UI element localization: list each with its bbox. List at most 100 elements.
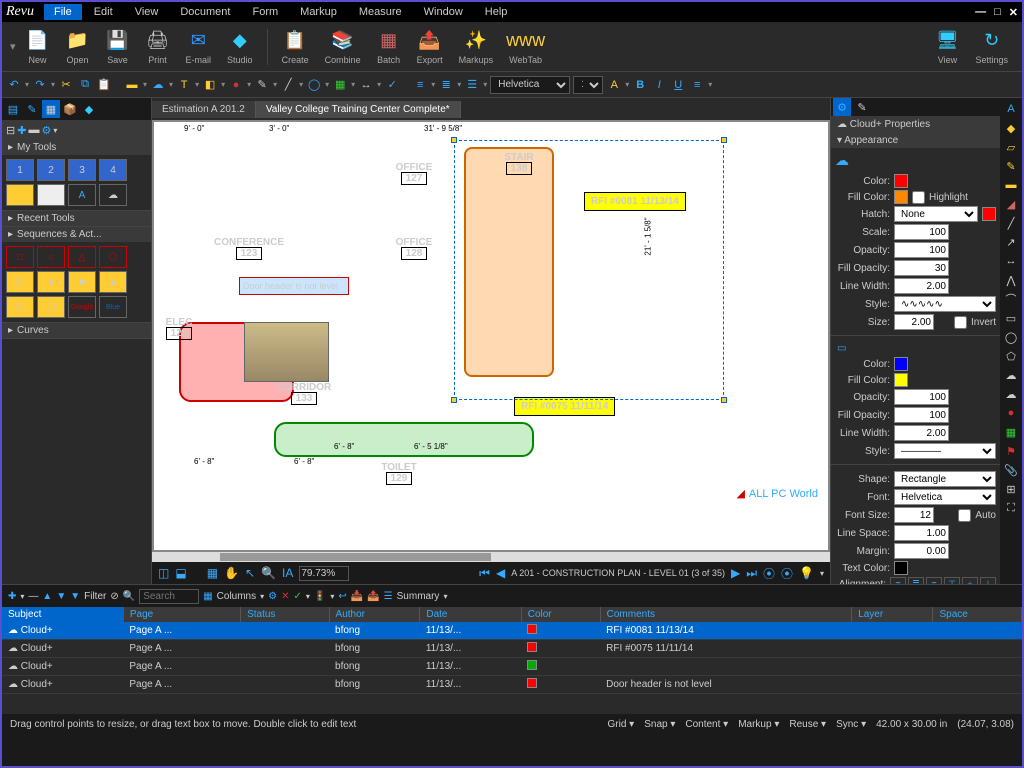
redo-icon[interactable]: ↷ (32, 77, 48, 93)
add-markup-icon[interactable]: ✚ (8, 591, 16, 602)
size-input[interactable] (894, 314, 934, 330)
column-header[interactable]: Subject (2, 607, 123, 622)
ri-callout-icon[interactable]: ▱ (1003, 139, 1019, 155)
status-reuse[interactable]: Reuse ▾ (789, 719, 826, 730)
menu-document[interactable]: Document (170, 4, 240, 20)
resize-handle[interactable] (451, 137, 457, 143)
image-icon[interactable]: ▦ (332, 77, 348, 93)
search-input[interactable] (139, 589, 199, 604)
ri-arrow-icon[interactable]: ↗ (1003, 234, 1019, 250)
seq-square[interactable]: □ (6, 246, 34, 268)
undo-icon[interactable]: ↶ (6, 77, 22, 93)
batch-button[interactable]: ▦Batch (371, 27, 407, 67)
section-appearance[interactable]: ▾ Appearance (831, 133, 1000, 148)
nav-fwd-icon[interactable]: ⦿ (781, 565, 793, 582)
status-content[interactable]: Content ▾ (685, 719, 728, 730)
shape-select[interactable]: Rectangle (894, 471, 996, 487)
view-button[interactable]: 🖥View (929, 27, 965, 67)
dim-toggle-icon[interactable]: 💡 (799, 566, 814, 580)
cloud-markup-green[interactable] (274, 422, 534, 457)
clear-filter-icon[interactable]: ⊘ (110, 591, 118, 602)
line-icon[interactable]: ╱ (280, 77, 296, 93)
menu-view[interactable]: View (125, 4, 169, 20)
opacity-input[interactable] (894, 242, 949, 258)
tool-blue-4[interactable]: 4 (99, 159, 127, 181)
import-icon[interactable]: 📥 (351, 591, 363, 602)
split-h-icon[interactable]: ⬓ (175, 566, 186, 580)
ri-arc-icon[interactable]: ⌒ (1003, 291, 1019, 307)
tool-blue-1[interactable]: 1 (6, 159, 34, 181)
column-header[interactable]: Layer (852, 607, 933, 622)
section-curves[interactable]: ▸ Curves (2, 323, 151, 338)
align-bot-btn[interactable]: ⊥ (980, 577, 996, 584)
webtab-button[interactable]: wwwWebTab (503, 27, 548, 67)
summary-label[interactable]: Summary (397, 591, 440, 602)
seq-y-tri[interactable]: ▲ (99, 271, 127, 293)
ri-eraser-icon[interactable]: ◢ (1003, 196, 1019, 212)
table-row[interactable]: ☁ Cloud+Page A ...bfong11/13/...RFI #007… (2, 640, 1022, 658)
columns-label[interactable]: Columns (217, 591, 256, 602)
first-page-icon[interactable]: ⏮ (479, 566, 490, 581)
ri-cloud3-icon[interactable]: ☁ (1003, 386, 1019, 402)
ri-attach-icon[interactable]: 📎 (1003, 462, 1019, 478)
hatch-select[interactable]: None (894, 206, 978, 222)
seq-y-hex[interactable]: ⬡ (6, 271, 34, 293)
text-icon[interactable]: T (176, 77, 192, 93)
tab-toolchest-icon[interactable]: 📦 (61, 100, 79, 118)
style-select[interactable]: ∿∿∿∿∿ (894, 296, 996, 312)
color-swatch[interactable] (894, 174, 908, 188)
align-top-btn[interactable]: ⊤ (944, 577, 960, 584)
tool-white-1[interactable] (37, 184, 65, 206)
up-icon[interactable]: ▲ (42, 591, 52, 602)
ri-rect-icon[interactable]: ▭ (1003, 310, 1019, 326)
document-tab[interactable]: Estimation A 201.2 (152, 101, 256, 118)
thumb-icon[interactable]: ▦ (207, 566, 218, 580)
seq-triangle[interactable]: △ (68, 246, 96, 268)
align-right-btn[interactable]: ≡ (926, 577, 942, 584)
seq-bluebeam[interactable]: Blue (99, 296, 127, 318)
filter-label[interactable]: Filter (84, 591, 106, 602)
ri-polygon-icon[interactable]: ⬠ (1003, 348, 1019, 364)
gear2-icon[interactable]: ⚙ (268, 591, 277, 602)
resize-handle[interactable] (721, 397, 727, 403)
section-recent-tools[interactable]: ▸ Recent Tools (2, 211, 151, 226)
tool-text-a[interactable]: A (68, 184, 96, 206)
columns-icon[interactable]: ▦ (203, 591, 212, 602)
copy-icon[interactable]: ⧉ (77, 77, 93, 93)
table-row[interactable]: ☁ Cloud+Page A ...bfong11/13/...RFI #008… (2, 622, 1022, 640)
canvas[interactable]: 9' - 0" 3' - 0" 31' - 9 5/8" Door header… (154, 122, 828, 550)
menu-markup[interactable]: Markup (290, 4, 347, 20)
menu-form[interactable]: Form (242, 4, 288, 20)
section-sequences[interactable]: ▸ Sequences & Act... (2, 227, 151, 242)
column-header[interactable]: Color (521, 607, 600, 622)
menu-measure[interactable]: Measure (349, 4, 412, 20)
margin-input[interactable] (894, 543, 949, 559)
menu-help[interactable]: Help (475, 4, 518, 20)
print-button[interactable]: 🖨Print (140, 27, 176, 67)
align-right-icon[interactable]: ☰ (464, 77, 480, 93)
toolbar-dropdown-icon[interactable]: ▾ (10, 40, 16, 53)
reply-icon[interactable]: ↩ (338, 591, 346, 602)
remove-markup-icon[interactable]: — (28, 591, 38, 602)
down-icon[interactable]: ▼ (56, 591, 66, 602)
hatch-color-swatch[interactable] (982, 207, 996, 221)
stamp-icon[interactable]: ● (228, 77, 244, 93)
menu-file[interactable]: File (44, 4, 82, 20)
align-center-icon[interactable]: ≣ (438, 77, 454, 93)
minimize-button[interactable]: — (975, 6, 986, 19)
delete-icon[interactable]: ✕ (281, 591, 289, 602)
status-sync[interactable]: Sync ▾ (836, 719, 866, 730)
combine-button[interactable]: 📚Combine (319, 27, 367, 67)
underline-icon[interactable]: U (670, 77, 686, 93)
resize-handle[interactable] (721, 137, 727, 143)
embedded-photo[interactable] (244, 322, 329, 382)
text-sel-icon[interactable]: IA (282, 566, 293, 580)
ri-cloud2-icon[interactable]: ☁ (1003, 367, 1019, 383)
tab-bookmark-icon[interactable]: ✎ (23, 100, 41, 118)
list-icon[interactable]: ≡ (689, 77, 705, 93)
new-button[interactable]: 📄New (20, 27, 56, 67)
create-button[interactable]: 📋Create (276, 27, 315, 67)
status-snap[interactable]: Snap ▾ (644, 719, 675, 730)
h-scrollbar[interactable] (152, 552, 830, 562)
align-center-btn[interactable]: ≣ (908, 577, 924, 584)
